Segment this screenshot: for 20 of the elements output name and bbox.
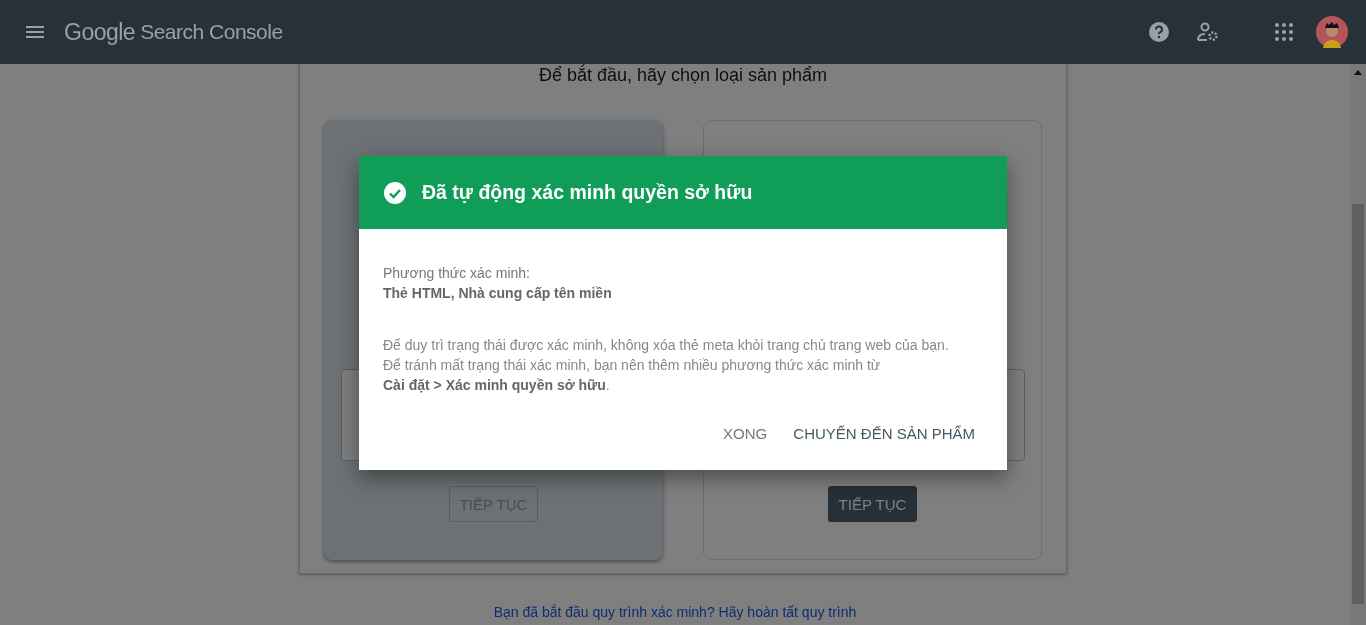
dialog-title: Đã tự động xác minh quyền sở hữu	[422, 181, 753, 204]
go-to-product-button[interactable]: CHUYỂN ĐẾN SẢN PHẨM	[785, 417, 983, 450]
method-value: Thẻ HTML, Nhà cung cấp tên miền	[383, 284, 613, 303]
apps-icon[interactable]	[1275, 23, 1293, 41]
continue-button[interactable]: TIẾP TỤC	[828, 486, 917, 522]
method-label: Phương thức xác minh:	[383, 264, 531, 283]
scrollbar[interactable]	[1350, 64, 1366, 625]
product-name: Search Console	[140, 20, 283, 44]
help-icon[interactable]	[1148, 21, 1170, 43]
check-circle-icon	[384, 181, 406, 204]
brand-logo[interactable]: Google	[64, 18, 136, 46]
resume-link[interactable]: Bạn đã bắt đầu quy trình xác minh? Hãy hoàn tất quy trình	[493, 604, 857, 620]
user-settings-icon[interactable]	[1197, 22, 1219, 42]
avatar[interactable]	[1316, 16, 1348, 48]
scrollbar-thumb[interactable]	[1352, 204, 1364, 604]
page-heading: Để bắt đầu, hãy chọn loại sản phẩm	[537, 65, 829, 86]
note-paragraph: Để duy trì trạng thái được xác minh, không xóa thẻ meta khỏi trang chủ trang web của bạn. Để tránh mất trạng thái xác minh, bạn nên thêm nhiều phương thức xác minh từ Cài đặt > Xác minh quyền sở hữu.	[383, 336, 950, 395]
done-button[interactable]: XONG	[715, 417, 776, 450]
scroll-up-icon[interactable]	[1354, 70, 1362, 75]
menu-icon[interactable]	[26, 26, 44, 38]
